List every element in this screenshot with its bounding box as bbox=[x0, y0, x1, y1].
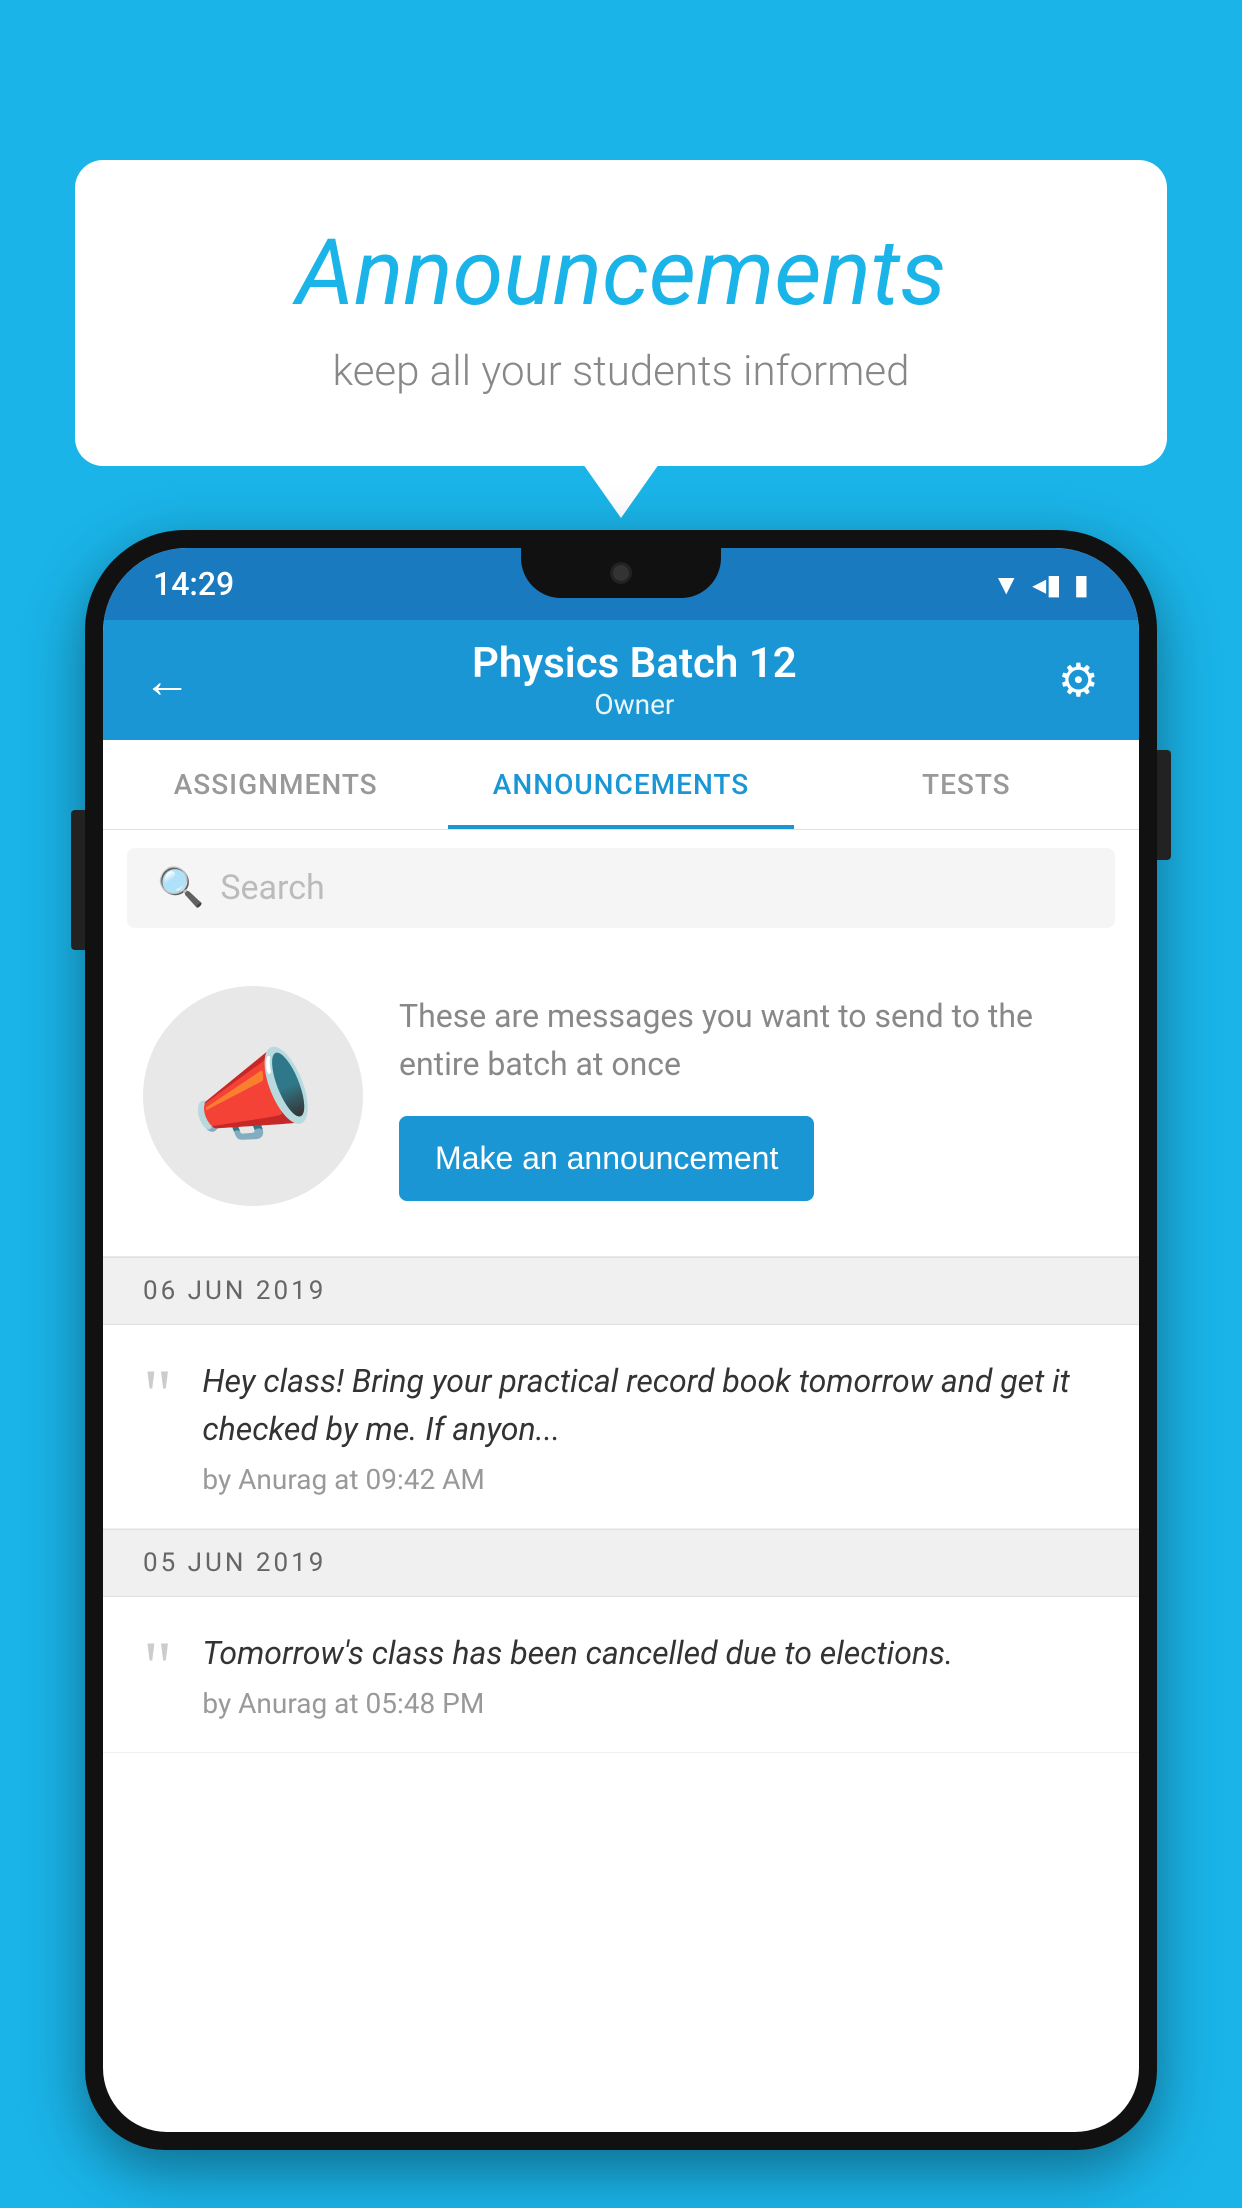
speech-bubble-section: Announcements keep all your students inf… bbox=[75, 160, 1167, 466]
announcement-meta-2: by Anurag at 05:48 PM bbox=[202, 1687, 1099, 1720]
tab-assignments[interactable]: ASSIGNMENTS bbox=[103, 740, 448, 829]
promo-content: These are messages you want to send to t… bbox=[399, 992, 1099, 1201]
status-icons: ▼ ◂▮ ▮ bbox=[992, 568, 1089, 601]
announcement-meta-1: by Anurag at 09:42 AM bbox=[202, 1463, 1099, 1496]
announcement-text-block-2: Tomorrow's class has been cancelled due … bbox=[202, 1629, 1099, 1720]
settings-icon[interactable]: ⚙ bbox=[1058, 653, 1099, 708]
bubble-title: Announcements bbox=[155, 220, 1087, 327]
phone-outer-frame: 14:29 ▼ ◂▮ ▮ ← Physics Batch 12 Owner ⚙ bbox=[85, 530, 1157, 2150]
make-announcement-button[interactable]: Make an announcement bbox=[399, 1116, 814, 1201]
tab-tests[interactable]: TESTS bbox=[794, 740, 1139, 829]
megaphone-icon: 📣 bbox=[191, 1038, 316, 1155]
battery-icon: ▮ bbox=[1074, 568, 1089, 601]
announcement-item-1[interactable]: " Hey class! Bring your practical record… bbox=[103, 1325, 1139, 1529]
wifi-icon: ▼ bbox=[992, 568, 1020, 601]
date-separator-1: 06 JUN 2019 bbox=[103, 1257, 1139, 1325]
quote-icon-1: " bbox=[143, 1367, 172, 1425]
back-button[interactable]: ← bbox=[143, 652, 191, 709]
announcement-message-2: Tomorrow's class has been cancelled due … bbox=[202, 1629, 1099, 1677]
speech-bubble: Announcements keep all your students inf… bbox=[75, 160, 1167, 466]
notch bbox=[521, 548, 721, 598]
search-placeholder: Search bbox=[220, 868, 324, 908]
bubble-subtitle: keep all your students informed bbox=[155, 347, 1087, 396]
search-icon: 🔍 bbox=[157, 866, 204, 910]
announcement-item-2[interactable]: " Tomorrow's class has been cancelled du… bbox=[103, 1597, 1139, 1753]
app-bar-subtitle: Owner bbox=[211, 688, 1058, 721]
app-bar-title-section: Physics Batch 12 Owner bbox=[211, 639, 1058, 721]
status-bar: 14:29 ▼ ◂▮ ▮ bbox=[103, 548, 1139, 620]
tab-bar: ASSIGNMENTS ANNOUNCEMENTS TESTS bbox=[103, 740, 1139, 830]
signal-icon: ◂▮ bbox=[1032, 568, 1061, 601]
quote-icon-2: " bbox=[143, 1639, 172, 1697]
app-bar: ← Physics Batch 12 Owner ⚙ bbox=[103, 620, 1139, 740]
tab-announcements[interactable]: ANNOUNCEMENTS bbox=[448, 740, 793, 829]
megaphone-circle: 📣 bbox=[143, 986, 363, 1206]
app-bar-title: Physics Batch 12 bbox=[211, 639, 1058, 688]
search-bar-wrapper: 🔍 Search bbox=[103, 830, 1139, 946]
announcement-text-block-1: Hey class! Bring your practical record b… bbox=[202, 1357, 1099, 1496]
promo-description: These are messages you want to send to t… bbox=[399, 992, 1099, 1088]
search-bar[interactable]: 🔍 Search bbox=[127, 848, 1115, 928]
date-separator-2: 05 JUN 2019 bbox=[103, 1529, 1139, 1597]
phone-screen: 14:29 ▼ ◂▮ ▮ ← Physics Batch 12 Owner ⚙ bbox=[103, 548, 1139, 2132]
status-time: 14:29 bbox=[153, 565, 234, 603]
phone-mockup: 14:29 ▼ ◂▮ ▮ ← Physics Batch 12 Owner ⚙ bbox=[85, 530, 1157, 2208]
camera-notch bbox=[610, 562, 632, 584]
announcement-message-1: Hey class! Bring your practical record b… bbox=[202, 1357, 1099, 1453]
announcement-promo: 📣 These are messages you want to send to… bbox=[103, 946, 1139, 1257]
